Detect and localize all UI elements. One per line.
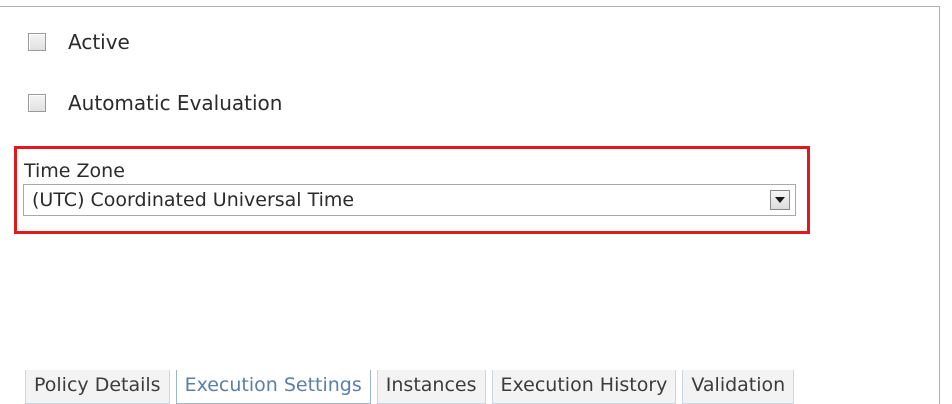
tab-validation[interactable]: Validation <box>682 370 795 404</box>
tab-policy-details[interactable]: Policy Details <box>25 370 170 404</box>
time-zone-label: Time Zone <box>24 160 125 182</box>
automatic-evaluation-checkbox-row[interactable]: Automatic Evaluation <box>28 91 282 115</box>
tab-execution-history[interactable]: Execution History <box>491 370 677 404</box>
active-checkbox-row[interactable]: Active <box>28 30 130 54</box>
chevron-down-icon[interactable] <box>770 190 790 210</box>
time-zone-selected-value: (UTC) Coordinated Universal Time <box>32 189 355 211</box>
time-zone-highlight-box: Time Zone (UTC) Coordinated Universal Ti… <box>14 146 810 234</box>
tab-bar: Policy Details Execution Settings Instan… <box>0 370 952 404</box>
execution-settings-panel: Active Automatic Evaluation Time Zone (U… <box>0 0 952 404</box>
active-label: Active <box>68 30 130 54</box>
tab-instances[interactable]: Instances <box>376 370 486 404</box>
automatic-evaluation-checkbox[interactable] <box>28 94 46 112</box>
tab-execution-settings[interactable]: Execution Settings <box>175 370 371 404</box>
dropdown-arrow <box>775 197 785 203</box>
active-checkbox[interactable] <box>28 33 46 51</box>
automatic-evaluation-label: Automatic Evaluation <box>68 91 283 115</box>
time-zone-select[interactable]: (UTC) Coordinated Universal Time <box>23 184 796 216</box>
